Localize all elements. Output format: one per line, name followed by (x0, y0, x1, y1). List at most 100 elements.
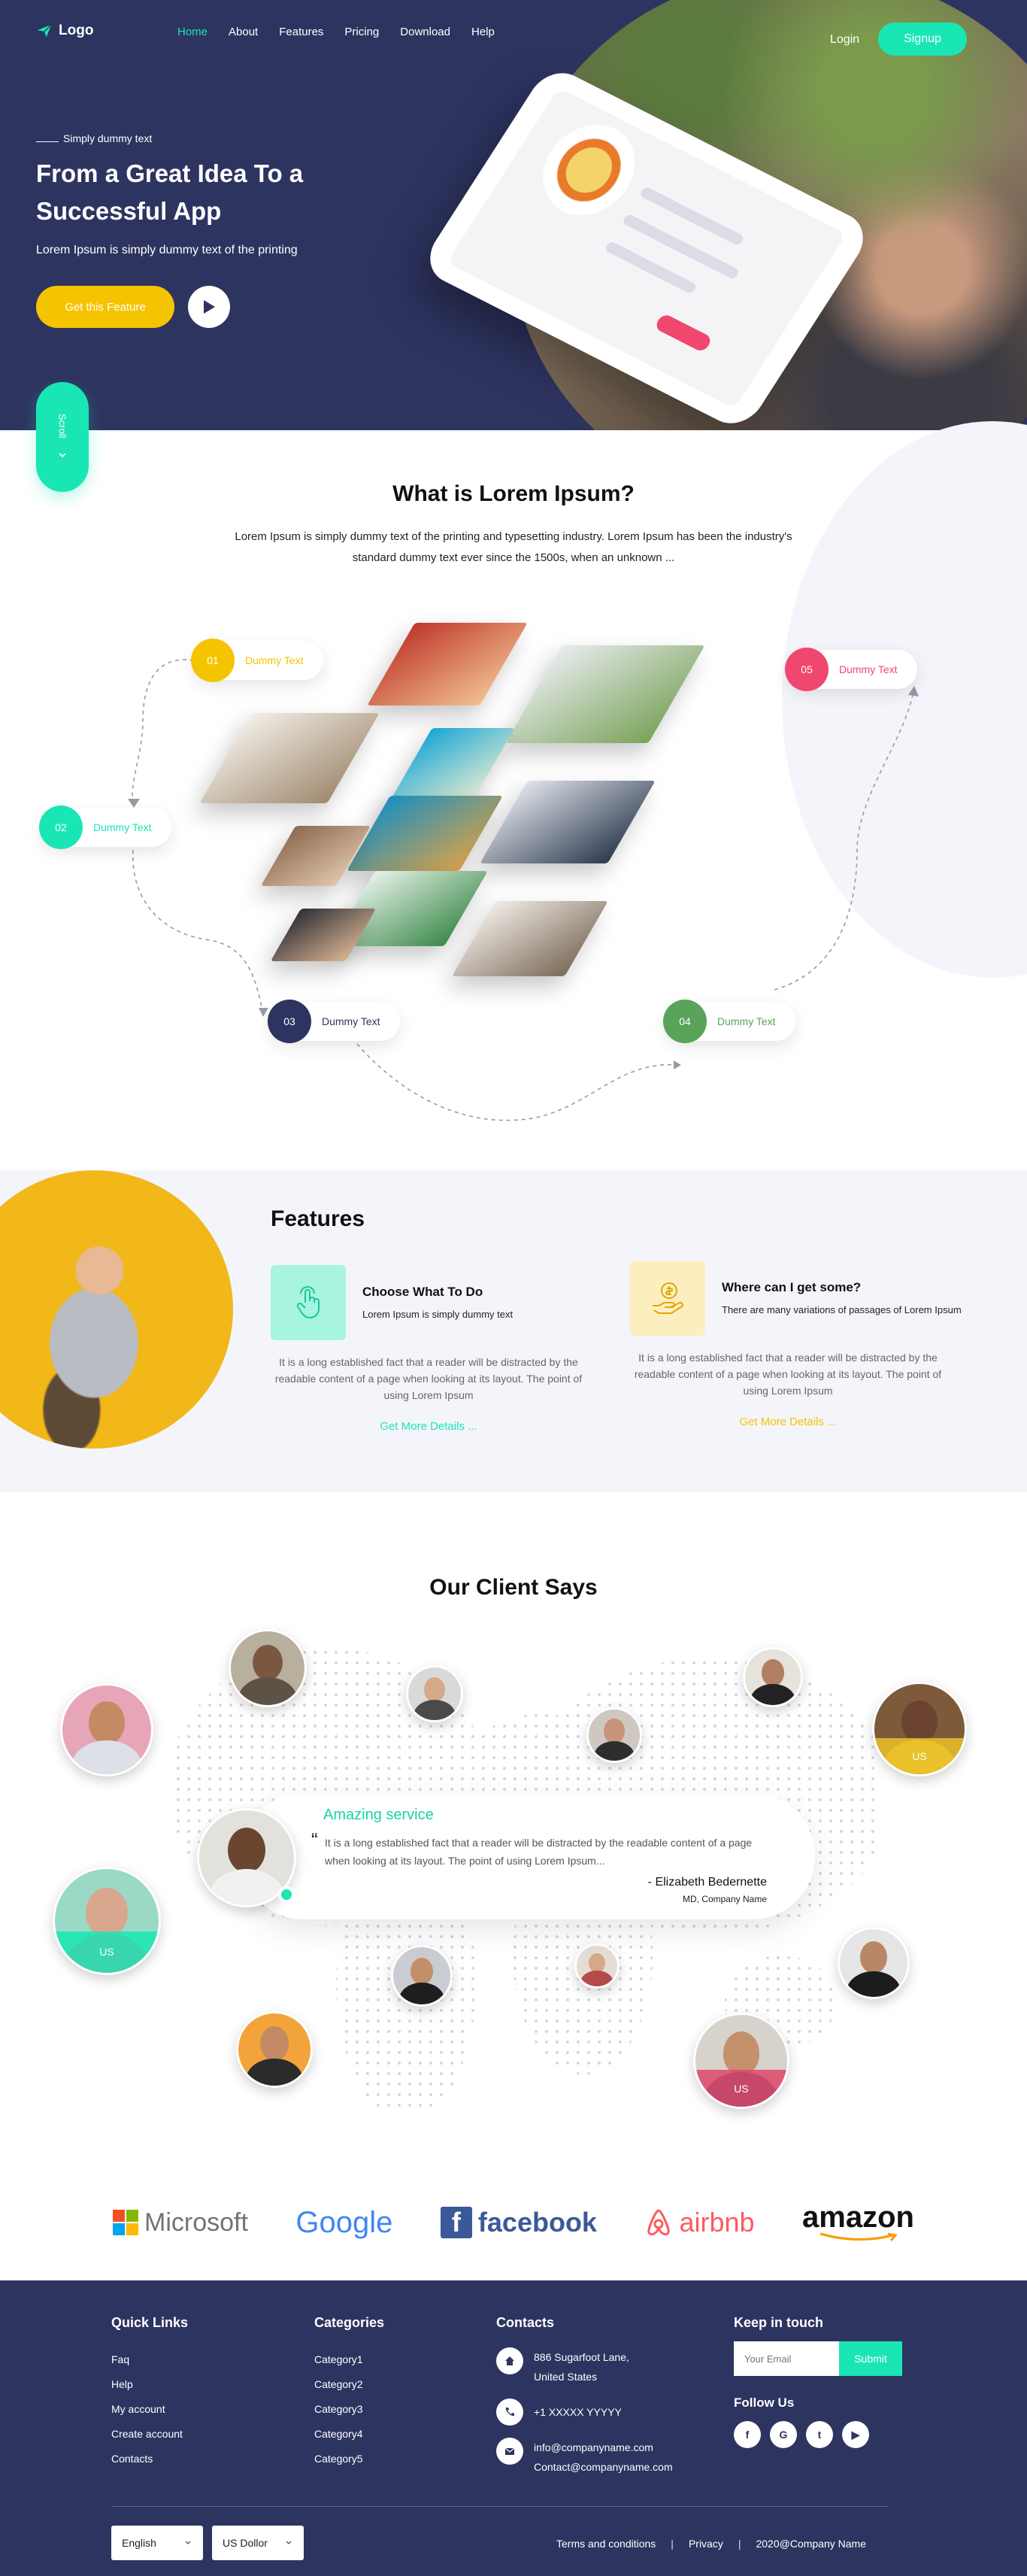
footer-link-category4[interactable]: Category4 (314, 2422, 384, 2447)
currency-select[interactable]: US Dollor (212, 2526, 304, 2560)
nav-help[interactable]: Help (471, 26, 495, 38)
footer-bottom-links: Terms and conditions | Privacy | 2020@Co… (556, 2538, 866, 2550)
collage-photo (505, 645, 705, 743)
client-avatar[interactable] (236, 2011, 313, 2088)
scroll-label: Scroll (56, 413, 68, 438)
features-title: Features (271, 1206, 365, 1231)
terms-link[interactable]: Terms and conditions (556, 2538, 656, 2550)
footer-link-contacts[interactable]: Contacts (111, 2447, 188, 2471)
step-bubble-01: 01 Dummy Text (191, 639, 323, 682)
avatar-body (245, 2058, 304, 2086)
get-more-details-link[interactable]: Get More Details ... (271, 1420, 586, 1433)
feature-heading: Choose What To Do (362, 1285, 483, 1299)
client-avatar[interactable] (838, 1927, 910, 1999)
avatar-face (901, 1700, 938, 1744)
logo-text: Logo (59, 23, 94, 38)
brand-name: airbnb (679, 2207, 755, 2238)
email-info[interactable]: info@companyname.com (534, 2438, 673, 2457)
footer-quick-links: Quick Links Faq Help My account Create a… (111, 2315, 188, 2471)
language-select[interactable]: English (111, 2526, 203, 2560)
avatar-face (227, 1827, 266, 1874)
facebook-icon[interactable]: f (734, 2421, 761, 2448)
google-logo[interactable]: Google (295, 2206, 392, 2240)
avatar-body (71, 1740, 143, 1774)
footer-link-category1[interactable]: Category1 (314, 2347, 384, 2372)
footer-link-faq[interactable]: Faq (111, 2347, 188, 2372)
nav-download[interactable]: Download (400, 26, 450, 38)
hero-kicker-text: Simply dummy text (63, 132, 153, 144)
client-avatar[interactable] (60, 1683, 153, 1776)
client-avatar[interactable] (229, 1629, 307, 1707)
microsoft-logo[interactable]: Microsoft (113, 2208, 248, 2238)
privacy-link[interactable]: Privacy (689, 2538, 723, 2550)
footer-link-help[interactable]: Help (111, 2372, 188, 2397)
youtube-icon[interactable]: ▶ (842, 2421, 869, 2448)
login-link[interactable]: Login (830, 33, 859, 47)
facebook-logo[interactable]: f facebook (440, 2207, 597, 2238)
avatar-face (723, 2031, 760, 2076)
footer-link-category3[interactable]: Category3 (314, 2397, 384, 2422)
nav-about[interactable]: About (229, 26, 258, 38)
landing-page: Logo Home About Features Pricing Downloa… (0, 0, 1027, 2576)
feature-icon-box (630, 1261, 705, 1336)
footer-link-create-account[interactable]: Create account (111, 2422, 188, 2447)
nav-features[interactable]: Features (279, 26, 323, 38)
footer-link-category5[interactable]: Category5 (314, 2447, 384, 2471)
step-number: 02 (39, 806, 83, 849)
footer-keep-in-touch: Keep in touch Submit Follow Us f G t ▶ (734, 2315, 902, 2448)
client-avatar[interactable]: US (872, 1682, 967, 1776)
avatar-body (580, 1971, 613, 1986)
footer-link-category2[interactable]: Category2 (314, 2372, 384, 2397)
home-icon (496, 2347, 523, 2374)
email-contact[interactable]: Contact@companyname.com (534, 2457, 673, 2477)
newsletter-submit-button[interactable]: Submit (839, 2341, 902, 2376)
step-label: Dummy Text (717, 1015, 776, 1027)
chevron-down-icon (185, 2541, 191, 2544)
food-dish-image (525, 110, 653, 230)
contact-address: 886 Sugarfoot Lane, United States (496, 2347, 673, 2386)
brand-logos: Microsoft Google f facebook airbnb amazo… (113, 2196, 914, 2249)
testimonial-role: MD, Company Name (682, 1894, 767, 1904)
nav-pricing[interactable]: Pricing (344, 26, 379, 38)
client-avatar[interactable] (574, 1943, 620, 1989)
touch-icon (296, 1286, 320, 1319)
address-text: 886 Sugarfoot Lane, United States (534, 2347, 629, 2386)
signup-button[interactable]: Signup (878, 23, 967, 56)
avatar-face (86, 1887, 128, 1938)
phone-text[interactable]: +1 XXXXX YYYYY (534, 2399, 622, 2422)
google-icon[interactable]: G (770, 2421, 797, 2448)
language-value: English (122, 2537, 156, 2549)
hero-title: From a Great Idea To a Successful App (36, 159, 304, 225)
address-line1: 886 Sugarfoot Lane, (534, 2351, 629, 2363)
client-avatar[interactable] (586, 1707, 642, 1763)
brand-name: amazon (802, 2201, 914, 2234)
amazon-smile-icon (819, 2232, 898, 2241)
twitter-icon[interactable]: t (806, 2421, 833, 2448)
client-avatar[interactable] (406, 1665, 463, 1722)
newsletter-email-input[interactable] (734, 2341, 839, 2376)
brand-name: facebook (477, 2207, 597, 2238)
follow-heading: Follow Us (734, 2395, 795, 2410)
step-label: Dummy Text (839, 663, 898, 675)
client-avatar[interactable]: US (53, 1867, 161, 1975)
airbnb-logo[interactable]: airbnb (644, 2207, 755, 2238)
nav-home[interactable]: Home (177, 26, 208, 38)
mail-icon (496, 2438, 523, 2465)
avatar-body (750, 1683, 795, 1705)
step-number: 04 (663, 1000, 707, 1043)
play-video-button[interactable] (188, 286, 230, 328)
kicker-line (36, 141, 59, 142)
logo[interactable]: Logo (36, 23, 93, 39)
testimonial-author: - Elizabeth Bedernette (647, 1876, 767, 1889)
get-more-details-link[interactable]: Get More Details ... (630, 1415, 946, 1428)
feature-card-1: Choose What To Do Lorem Ipsum is simply … (271, 1265, 632, 1446)
hero-kicker: Simply dummy text (36, 132, 152, 144)
client-avatar[interactable]: US (693, 2013, 789, 2109)
client-avatar[interactable] (391, 1945, 453, 2007)
play-icon (204, 300, 215, 314)
amazon-logo[interactable]: amazon (802, 2202, 914, 2243)
scroll-button[interactable]: Scroll (36, 382, 89, 492)
footer-link-my-account[interactable]: My account (111, 2397, 188, 2422)
client-avatar[interactable] (743, 1647, 803, 1707)
get-feature-button[interactable]: Get this Feature (36, 286, 174, 328)
